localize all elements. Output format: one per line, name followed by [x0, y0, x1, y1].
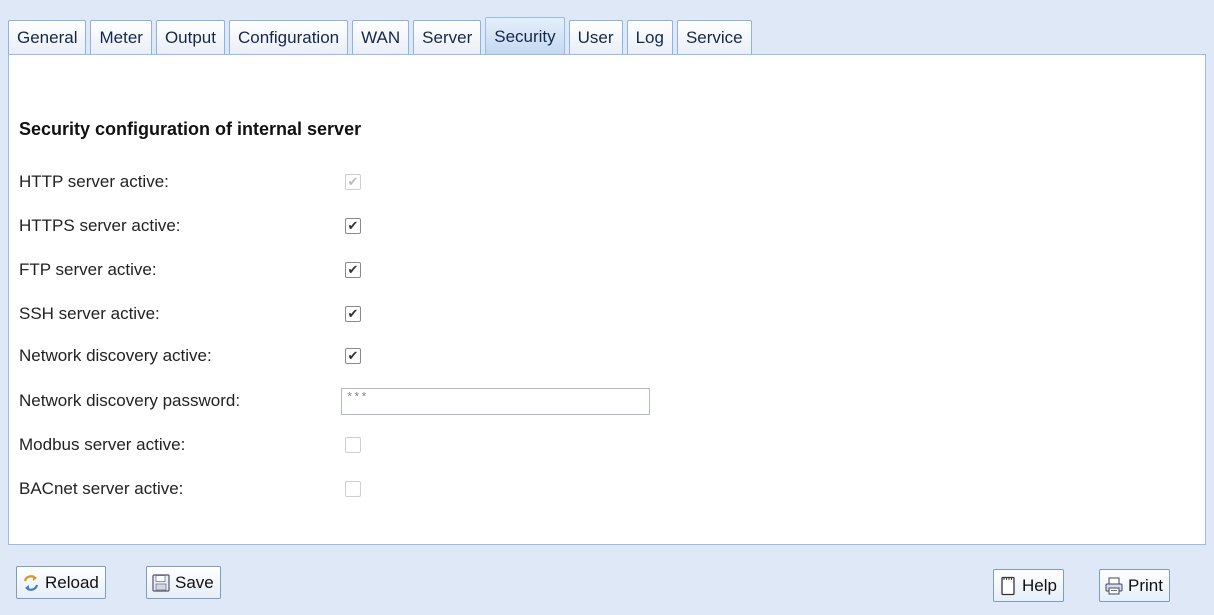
ssh-label: SSH server active:	[19, 304, 160, 323]
save-button[interactable]: Save	[146, 566, 221, 599]
help-label: Help	[1022, 575, 1057, 595]
print-button[interactable]: Print	[1099, 569, 1170, 602]
tab-log[interactable]: Log	[626, 20, 673, 55]
https-row: HTTPS server active: ✔	[19, 214, 919, 238]
modbus-label: Modbus server active:	[19, 435, 186, 454]
ftp-checkbox[interactable]: ✔	[345, 262, 361, 278]
print-label: Print	[1128, 575, 1163, 595]
modbus-checkbox[interactable]	[345, 437, 361, 453]
tab-general[interactable]: General	[8, 20, 87, 55]
http-checkbox[interactable]: ✔	[345, 174, 361, 190]
https-checkbox[interactable]: ✔	[345, 218, 361, 234]
bacnet-row: BACnet server active:	[19, 477, 919, 501]
help-button[interactable]: Help	[993, 569, 1064, 602]
tab-wan[interactable]: WAN	[352, 20, 410, 55]
tab-configuration[interactable]: Configuration	[229, 20, 349, 55]
discovery-label: Network discovery active:	[19, 346, 212, 365]
section-title: Security configuration of internal serve…	[19, 119, 362, 139]
tab-user[interactable]: User	[568, 20, 623, 55]
tab-meter[interactable]: Meter	[90, 20, 152, 55]
ftp-row: FTP server active: ✔	[19, 258, 919, 282]
discovery-password-label: Network discovery password:	[19, 391, 241, 410]
ssh-checkbox[interactable]: ✔	[345, 306, 361, 322]
modbus-row: Modbus server active:	[19, 433, 919, 457]
bacnet-label: BACnet server active:	[19, 479, 184, 498]
ftp-label: FTP server active:	[19, 260, 157, 279]
discovery-checkbox[interactable]: ✔	[345, 348, 361, 364]
discovery-password-row: Network discovery password: ***	[19, 388, 919, 415]
https-label: HTTPS server active:	[19, 216, 181, 235]
bacnet-checkbox[interactable]	[345, 481, 361, 497]
tab-bar: General Meter Output Configuration WAN S…	[8, 17, 756, 55]
http-label: HTTP server active:	[19, 172, 169, 191]
discovery-row: Network discovery active: ✔	[19, 344, 919, 368]
tab-output[interactable]: Output	[155, 20, 225, 55]
discovery-password-input[interactable]: ***	[341, 388, 650, 415]
save-label: Save	[175, 572, 214, 592]
tab-service[interactable]: Service	[676, 20, 752, 55]
security-panel: Security configuration of internal serve…	[8, 54, 1206, 545]
tab-security[interactable]: Security	[485, 17, 565, 55]
floppy-disk-icon	[151, 573, 171, 593]
reload-button[interactable]: Reload	[16, 566, 106, 599]
ssh-row: SSH server active: ✔	[19, 302, 919, 326]
reload-label: Reload	[45, 572, 99, 592]
tab-server[interactable]: Server	[413, 20, 482, 55]
help-page-icon	[998, 576, 1018, 596]
reload-arrows-icon	[21, 573, 41, 593]
http-row: HTTP server active: ✔	[19, 170, 919, 194]
printer-icon	[1104, 576, 1124, 596]
